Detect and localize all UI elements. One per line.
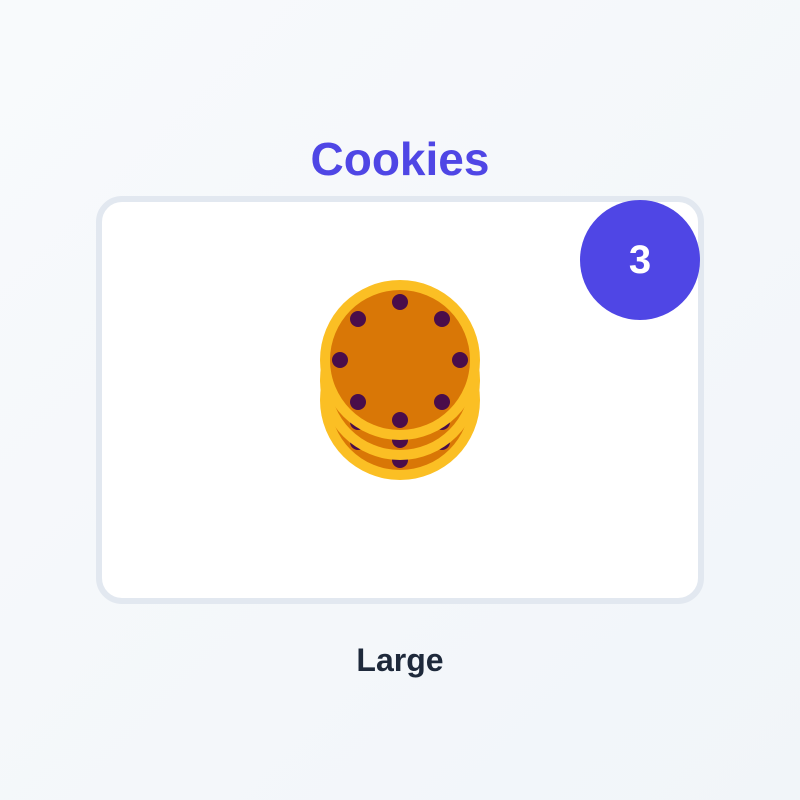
count-value: 3 [628, 237, 652, 282]
cookie-icon [320, 280, 480, 440]
size-label: Large [356, 642, 444, 678]
cookie-stack [320, 280, 480, 480]
count-badge: 3 [580, 200, 700, 320]
page-title: Cookies [310, 133, 490, 185]
